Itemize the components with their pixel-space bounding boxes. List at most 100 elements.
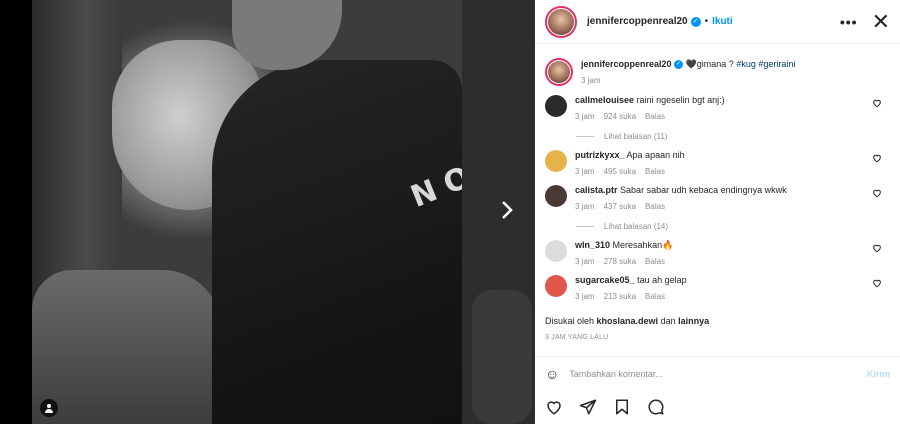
view-replies-button[interactable]: Lihat balasan (14)	[535, 219, 900, 233]
comment-text: Apa apaan nih	[626, 150, 685, 160]
comment-meta: 3 jam 278 suka Balas	[575, 255, 674, 268]
comment-likes[interactable]: 924 suka	[604, 112, 636, 121]
post-timestamp: 3 JAM YANG LALU	[545, 334, 609, 341]
comment-time: 3 jam	[575, 257, 595, 266]
comment-body: callmelouisee raini ngeselin bgt anj:) 3 …	[575, 94, 725, 123]
post-media: NO	[0, 0, 535, 424]
replies-divider	[576, 225, 594, 227]
caption-username[interactable]: jennifercoppenreal20	[581, 59, 672, 69]
comment-item: callmelouisee raini ngeselin bgt anj:) 3 …	[535, 94, 900, 123]
view-replies-button[interactable]: Lihat balasan (11)	[535, 129, 900, 143]
backdrop	[0, 0, 32, 424]
comment-username[interactable]: sugarcake05_	[575, 275, 635, 285]
post-viewer: NO jennifercoppenreal20 ✓ • Ikuti ••• ✕ …	[0, 0, 900, 424]
replies-divider	[576, 135, 594, 137]
comment-text: Sabar sabar udh kebaca endingnya wkwk	[620, 185, 787, 195]
post-actions	[545, 398, 665, 416]
separator-dot: •	[704, 16, 709, 27]
comment-likes[interactable]: 437 suka	[604, 202, 636, 211]
emoji-icon[interactable]: ☺	[545, 366, 559, 382]
comment-meta: 3 jam 924 suka Balas	[575, 110, 725, 123]
comment-like-heart-icon[interactable]	[872, 243, 882, 256]
caption-avatar[interactable]	[545, 58, 573, 86]
comment-text: tau ah gelap	[637, 275, 687, 285]
follow-button[interactable]: Ikuti	[712, 16, 733, 27]
comment-body: wln_310 Meresahkan🔥 3 jam 278 suka Balas	[575, 239, 674, 268]
likes-middle: dan	[658, 316, 679, 326]
comment-likes[interactable]: 495 suka	[604, 167, 636, 176]
reply-button[interactable]: Balas	[645, 167, 665, 176]
caption-text: 🖤gimana ?	[685, 59, 737, 69]
comment-like-heart-icon[interactable]	[872, 188, 882, 201]
comment-username[interactable]: wln_310	[575, 240, 610, 250]
comment-item: wln_310 Meresahkan🔥 3 jam 278 suka Balas	[535, 239, 900, 268]
author-username[interactable]: jennifercoppenreal20	[587, 16, 688, 27]
commenter-avatar[interactable]	[545, 150, 567, 172]
comment-body: sugarcake05_ tau ah gelap 3 jam 213 suka Ba…	[575, 274, 687, 303]
commenter-avatar[interactable]	[545, 275, 567, 297]
reply-button[interactable]: Balas	[645, 257, 665, 266]
comment-item: sugarcake05_ tau ah gelap 3 jam 213 suka Ba…	[535, 274, 900, 303]
caption: jennifercoppenreal20 ✓ 🖤gimana ? #kug #g…	[535, 50, 900, 94]
view-replies-label: Lihat balasan (14)	[604, 221, 669, 231]
comment-like-heart-icon[interactable]	[872, 153, 882, 166]
comment-meta: 3 jam 213 suka Balas	[575, 290, 687, 303]
comment-like-heart-icon[interactable]	[872, 278, 882, 291]
comment-item: putrizkyxx_ Apa apaan nih 3 jam 495 suka Ba…	[535, 149, 900, 178]
caption-meta: 3 jam	[581, 74, 795, 87]
comment-time: 3 jam	[575, 167, 595, 176]
caption-body: jennifercoppenreal20 ✓ 🖤gimana ? #kug #g…	[581, 58, 795, 94]
verified-icon: ✓	[690, 16, 701, 27]
avatar-image	[548, 8, 574, 35]
caption-hashtags[interactable]: #kug #geriraini	[736, 59, 795, 69]
commenter-avatar[interactable]	[545, 95, 567, 117]
comment-time: 3 jam	[575, 112, 595, 121]
comment-body: putrizkyxx_ Apa apaan nih 3 jam 495 suka Ba…	[575, 149, 685, 178]
comment-text: Meresahkan🔥	[612, 240, 674, 250]
comment-likes[interactable]: 213 suka	[604, 292, 636, 301]
reply-button[interactable]: Balas	[645, 292, 665, 301]
comment-input[interactable]	[569, 368, 867, 379]
view-replies-label: Lihat balasan (11)	[604, 131, 668, 141]
comment-text: raini ngeselin bgt anj:)	[636, 95, 725, 105]
comment-username[interactable]: calista.ptr	[575, 185, 618, 195]
comment-composer: ☺ Kirim	[535, 356, 900, 390]
comment-username[interactable]: callmelouisee	[575, 95, 634, 105]
comment-container: callmelouisee raini ngeselin bgt anj:) 3 …	[535, 94, 900, 303]
comments-list[interactable]: jennifercoppenreal20 ✓ 🖤gimana ? #kug #g…	[535, 50, 900, 306]
comment-time: 3 jam	[575, 292, 595, 301]
comment-username[interactable]: putrizkyxx_	[575, 150, 625, 160]
comment-body: calista.ptr Sabar sabar udh kebaca endin…	[575, 184, 787, 213]
likes-summary: Disukai oleh khoslana.dewi dan lainnya	[545, 316, 709, 326]
liked-by-user[interactable]: khoslana.dewi	[597, 316, 659, 326]
save-bookmark-icon[interactable]	[613, 398, 631, 416]
avatar-image	[548, 61, 570, 83]
comment-meta: 3 jam 437 suka Balas	[575, 200, 787, 213]
more-options-icon[interactable]: •••	[840, 14, 858, 30]
user-tag-icon[interactable]	[40, 399, 58, 417]
commenter-avatar[interactable]	[545, 185, 567, 207]
comment-meta: 3 jam 495 suka Balas	[575, 165, 685, 178]
next-image-icon[interactable]	[497, 200, 517, 222]
post-header: jennifercoppenreal20 ✓ • Ikuti ••• ✕	[535, 0, 900, 44]
photo-jacket	[212, 60, 462, 424]
post-details-panel: jennifercoppenreal20 ✓ • Ikuti ••• ✕ jen…	[535, 0, 900, 424]
post-photo[interactable]: NO	[32, 0, 485, 424]
like-heart-icon[interactable]	[545, 398, 563, 416]
author-avatar[interactable]	[545, 5, 577, 38]
photo-shoulder	[32, 270, 222, 424]
liked-by-others[interactable]: lainnya	[678, 316, 709, 326]
commenter-avatar[interactable]	[545, 240, 567, 262]
comment-bubble-icon[interactable]	[647, 398, 665, 416]
reply-button[interactable]: Balas	[645, 202, 665, 211]
comment-like-heart-icon[interactable]	[872, 98, 882, 111]
comment-likes[interactable]: 278 suka	[604, 257, 636, 266]
reply-button[interactable]: Balas	[645, 112, 665, 121]
close-icon[interactable]: ✕	[872, 10, 890, 33]
likes-prefix: Disukai oleh	[545, 316, 597, 326]
backdrop-shape	[472, 290, 532, 424]
share-send-icon[interactable]	[579, 398, 597, 416]
send-button[interactable]: Kirim	[867, 369, 890, 379]
comment-item: calista.ptr Sabar sabar udh kebaca endin…	[535, 184, 900, 213]
comment-time: 3 jam	[575, 202, 595, 211]
